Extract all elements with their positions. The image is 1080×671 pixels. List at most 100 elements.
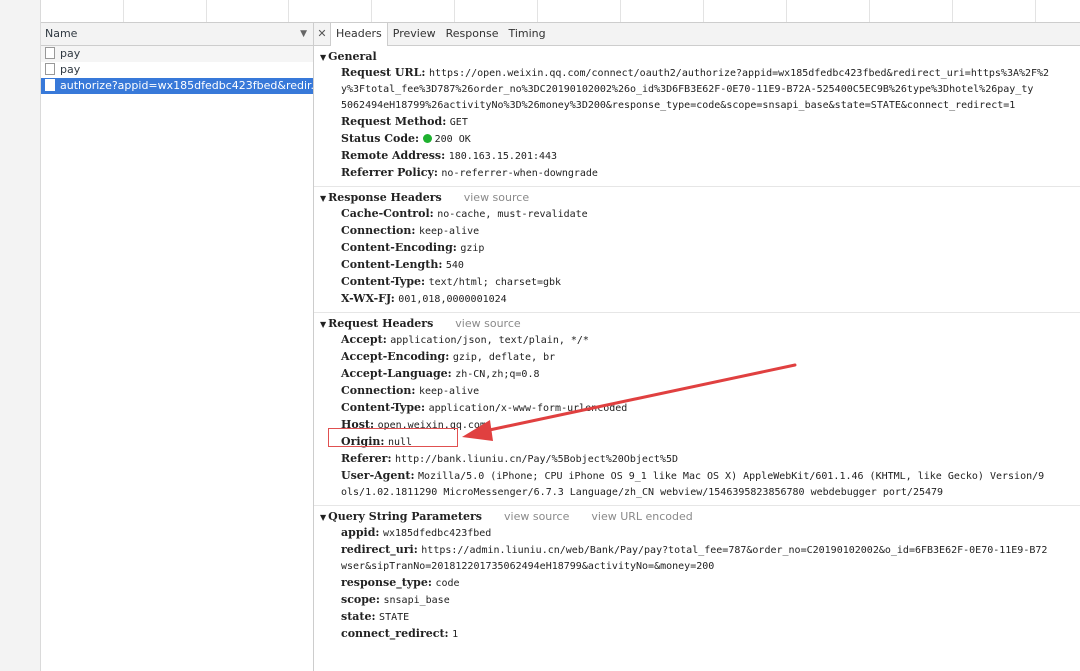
general-section-title[interactable]: ▼ General <box>314 49 1080 65</box>
field-value: application/json, text/plain, */* <box>390 335 589 346</box>
header-row: Accept-Encoding: gzip, deflate, br <box>314 349 1080 366</box>
request-row[interactable]: pay <box>41 46 313 62</box>
view-source-link[interactable]: view source <box>455 317 520 330</box>
header-row: Content-Encoding: gzip <box>314 240 1080 257</box>
request-name: pay <box>60 63 81 76</box>
header-row: Content-Type: application/x-www-form-url… <box>314 400 1080 417</box>
header-row: Accept-Language: zh-CN,zh;q=0.8 <box>314 366 1080 383</box>
field-value: code <box>435 578 460 589</box>
file-icon <box>45 47 55 59</box>
header-row: Content-Type: text/html; charset=gbk <box>314 274 1080 291</box>
field-key: Content-Type: <box>341 401 426 414</box>
timeline-tick <box>537 0 538 22</box>
field-value: keep-alive <box>418 386 480 397</box>
header-row: Cache-Control: no-cache, must-revalidate <box>314 206 1080 223</box>
annotation-highlight-box <box>328 428 458 447</box>
field-key: Content-Length: <box>341 258 443 271</box>
field-key: Cache-Control: <box>341 207 434 220</box>
field-key: Accept: <box>341 333 387 346</box>
field-value: STATE <box>379 612 410 623</box>
name-column-header[interactable]: Name ▼ <box>41 23 313 46</box>
header-row: X-WX-FJ: 001,018,0000001024 <box>314 291 1080 308</box>
field-key: Request URL: <box>341 66 426 79</box>
view-url-encoded-link[interactable]: view URL encoded <box>591 510 692 523</box>
close-icon[interactable]: ✕ <box>314 23 330 45</box>
param-row: response_type: code <box>314 575 1080 592</box>
tab-preview[interactable]: Preview <box>388 23 441 45</box>
request-url-continued: 5062494eH18799%26activityNo%3D%26money%3… <box>341 100 1016 111</box>
field-value: https://open.weixin.qq.com/connect/oauth… <box>428 68 1050 79</box>
param-row: state: STATE <box>314 609 1080 626</box>
status-ok-icon <box>422 134 432 143</box>
field-key: Connection: <box>341 224 416 237</box>
name-column-label: Name <box>45 27 78 40</box>
section-title-text: Response Headers <box>328 191 442 204</box>
field-value: application/x-www-form-urlencoded <box>428 403 628 414</box>
param-row: scope: snsapi_base <box>314 592 1080 609</box>
field-value: http://bank.liuniu.cn/Pay/%5Bobject%20Ob… <box>395 454 678 465</box>
timeline-tick <box>703 0 704 22</box>
header-row: User-Agent: Mozilla/5.0 (iPhone; CPU iPh… <box>314 468 1080 485</box>
field-key: scope: <box>341 593 380 606</box>
request-method-row: Request Method: GET <box>314 114 1080 131</box>
param-row: redirect_uri: https://admin.liuniu.cn/we… <box>314 542 1080 559</box>
field-key: state: <box>341 610 376 623</box>
remote-address-row: Remote Address: 180.163.15.201:443 <box>314 148 1080 165</box>
sort-down-icon[interactable]: ▼ <box>300 23 307 45</box>
left-gutter <box>0 0 41 671</box>
query-params-title[interactable]: ▼ Query String Parameters view source view … <box>314 509 1080 525</box>
view-source-link[interactable]: view source <box>504 510 569 523</box>
detail-tabs: ✕ Headers Preview Response Timing <box>314 23 1080 46</box>
field-value: 001,018,0000001024 <box>398 294 507 305</box>
field-value: no-cache, must-revalidate <box>437 209 588 220</box>
timeline-tick <box>952 0 953 22</box>
field-key: Referer: <box>341 452 392 465</box>
section-title-text: Request Headers <box>328 317 434 330</box>
field-key: Referrer Policy: <box>341 166 438 179</box>
field-key: Remote Address: <box>341 149 446 162</box>
field-value: zh-CN,zh;q=0.8 <box>455 369 540 380</box>
field-value: gzip <box>460 243 485 254</box>
tab-timing[interactable]: Timing <box>503 23 550 45</box>
field-key: connect_redirect: <box>341 627 449 640</box>
header-row: Connection: keep-alive <box>314 223 1080 240</box>
timeline-overview[interactable] <box>41 0 1080 23</box>
timeline-tick <box>869 0 870 22</box>
field-key: Status Code: <box>341 132 420 145</box>
timeline-tick <box>123 0 124 22</box>
field-value: Mozilla/5.0 (iPhone; CPU iPhone OS 9_1 l… <box>418 471 1045 482</box>
param-row: appid: wx185dfedbc423fbed <box>314 525 1080 542</box>
tab-headers[interactable]: Headers <box>330 23 388 46</box>
response-headers-title[interactable]: ▼ Response Headers view source <box>314 190 1080 206</box>
status-code-row: Status Code: 200 OK <box>314 131 1080 148</box>
timeline-tick <box>288 0 289 22</box>
view-source-link[interactable]: view source <box>464 191 529 204</box>
field-key: Accept-Language: <box>341 367 452 380</box>
header-row: Connection: keep-alive <box>314 383 1080 400</box>
timeline-tick <box>786 0 787 22</box>
triangle-down-icon: ▼ <box>320 320 327 329</box>
request-headers-section: ▼ Request Headers view source Accept: appl… <box>314 313 1080 506</box>
field-value: keep-alive <box>418 226 480 237</box>
request-row[interactable]: pay <box>41 62 313 78</box>
field-value: no-referrer-when-downgrade <box>441 168 598 179</box>
field-key: X-WX-FJ: <box>341 292 395 305</box>
field-value: text/html; charset=gbk <box>428 277 562 288</box>
triangle-down-icon: ▼ <box>320 53 327 62</box>
header-row: Accept: application/json, text/plain, */… <box>314 332 1080 349</box>
request-list: Name ▼ pay pay authorize?appid=wx185dfed… <box>41 23 314 671</box>
request-details-panel: ✕ Headers Preview Response Timing ▼ Gener… <box>314 23 1080 671</box>
timeline-tick <box>371 0 372 22</box>
timeline-tick <box>620 0 621 22</box>
field-value: wx185dfedbc423fbed <box>382 528 492 539</box>
field-value: snsapi_base <box>383 595 450 606</box>
referrer-policy-row: Referrer Policy: no-referrer-when-downgr… <box>314 165 1080 182</box>
request-row-selected[interactable]: authorize?appid=wx185dfedbc423fbed&redir… <box>41 78 313 94</box>
section-title-text: Query String Parameters <box>328 510 483 523</box>
tab-response[interactable]: Response <box>441 23 504 45</box>
field-key: Connection: <box>341 384 416 397</box>
triangle-down-icon: ▼ <box>320 513 327 522</box>
request-headers-title[interactable]: ▼ Request Headers view source <box>314 316 1080 332</box>
field-value: gzip, deflate, br <box>452 352 556 363</box>
field-key: redirect_uri: <box>341 543 418 556</box>
